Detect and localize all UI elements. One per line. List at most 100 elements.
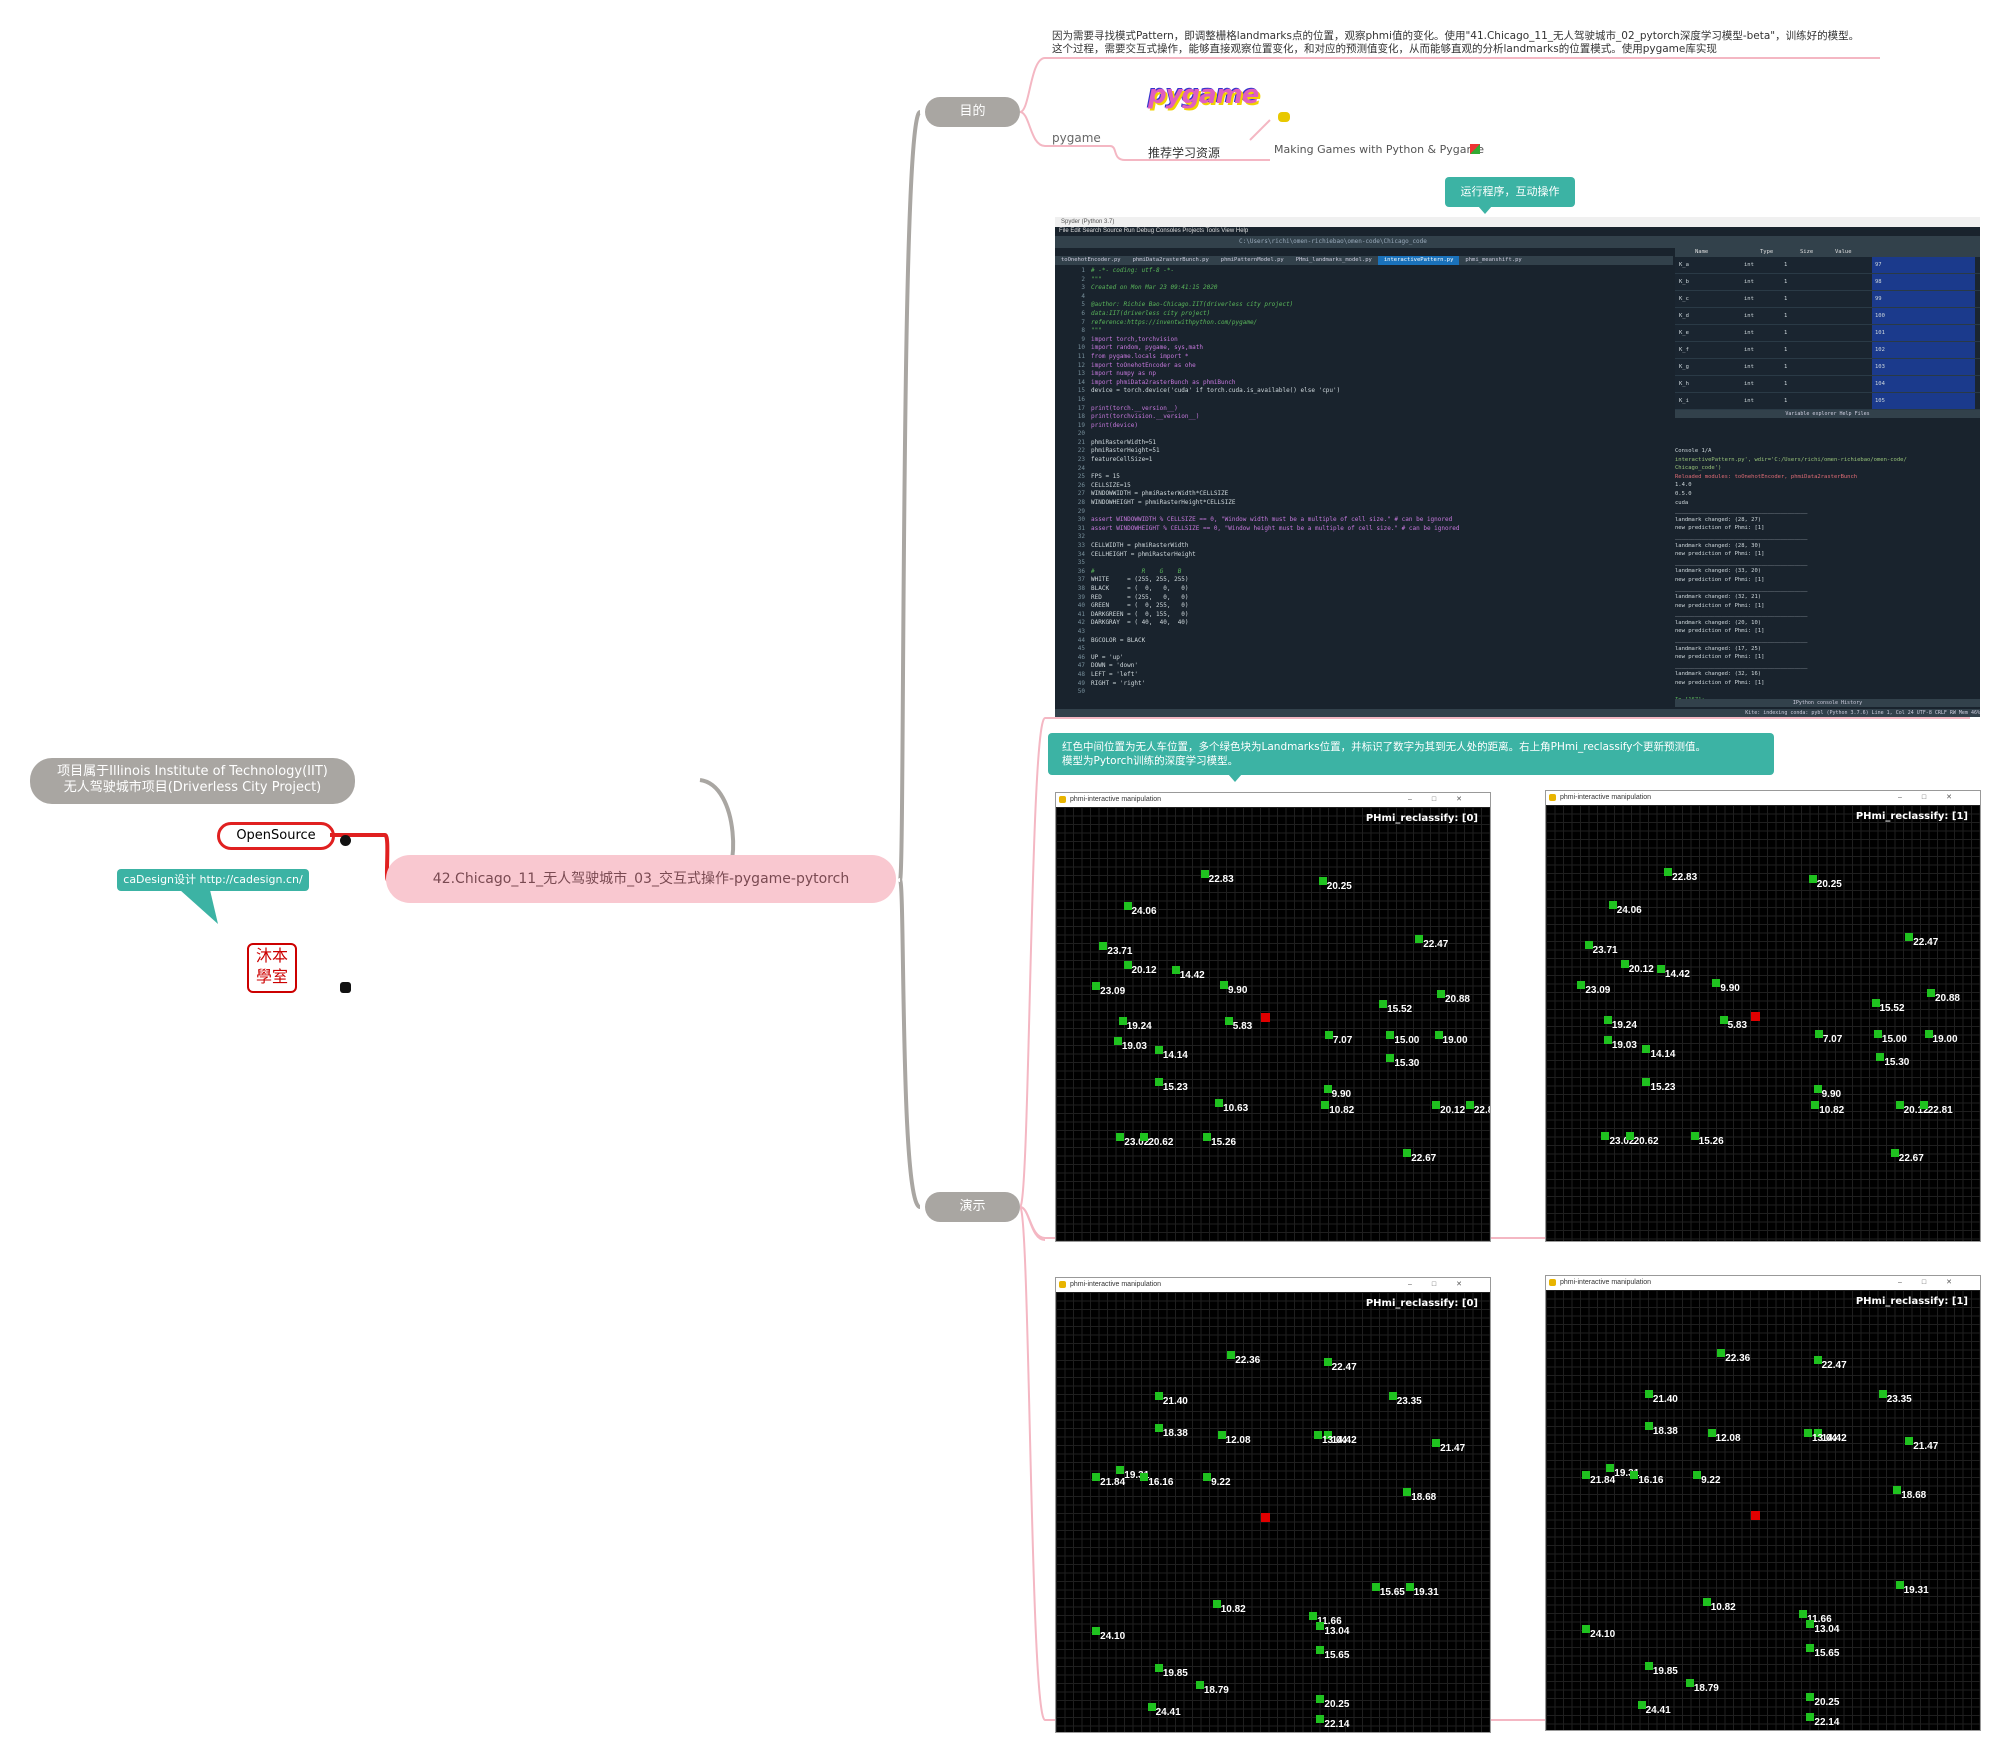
landmark-marker[interactable] bbox=[1806, 1644, 1815, 1653]
landmark-marker[interactable] bbox=[1140, 1132, 1149, 1141]
variable-row[interactable]: K_i int 1 105 bbox=[1675, 393, 1980, 410]
cadesign-link[interactable]: caDesign设计 http://cadesign.cn/ bbox=[123, 873, 302, 886]
landmark-marker[interactable] bbox=[1601, 1132, 1610, 1140]
landmark-marker[interactable] bbox=[1806, 1712, 1815, 1721]
window-controls[interactable]: –□✕ bbox=[1408, 793, 1482, 807]
landmark-marker[interactable] bbox=[1316, 1714, 1325, 1723]
spyder-editor-tab[interactable]: phmi_meanshift.py bbox=[1459, 256, 1527, 265]
landmark-marker[interactable] bbox=[1092, 1472, 1101, 1481]
landmark-marker[interactable] bbox=[1224, 1016, 1233, 1025]
landmark-marker[interactable] bbox=[1123, 961, 1132, 970]
landmark-marker[interactable] bbox=[1219, 980, 1228, 989]
landmark-marker[interactable] bbox=[1871, 998, 1880, 1007]
landmark-marker[interactable] bbox=[1436, 990, 1445, 999]
landmark-marker[interactable] bbox=[1403, 1149, 1412, 1158]
landmark-marker[interactable] bbox=[1154, 1663, 1163, 1672]
landmark-marker[interactable] bbox=[1606, 1463, 1615, 1472]
landmark-marker[interactable] bbox=[1432, 1438, 1441, 1447]
landmark-marker[interactable] bbox=[1415, 934, 1424, 943]
landmark-marker[interactable] bbox=[1895, 1580, 1904, 1589]
window-controls[interactable]: –□✕ bbox=[1898, 791, 1972, 805]
landmark-marker[interactable] bbox=[1630, 1470, 1639, 1479]
landmark-marker[interactable] bbox=[1092, 1626, 1101, 1635]
landmark-marker[interactable] bbox=[1876, 1053, 1885, 1062]
landmark-marker[interactable] bbox=[1200, 869, 1209, 878]
pygame-window[interactable]: phmi-interactive manipulation –□✕ PHmi_rec… bbox=[1545, 790, 1981, 1242]
landmark-marker[interactable] bbox=[1582, 1470, 1591, 1479]
pygame-window-title-bar[interactable]: phmi-interactive manipulation –□✕ bbox=[1056, 793, 1490, 807]
pygame-window[interactable]: phmi-interactive manipulation –□✕ PHmi_rec… bbox=[1055, 1277, 1491, 1733]
window-controls[interactable]: –□✕ bbox=[1408, 1278, 1482, 1292]
variable-column-header[interactable]: Value bbox=[1835, 247, 1852, 257]
variable-row[interactable]: K_a int 1 97 bbox=[1675, 257, 1980, 274]
landmark-marker[interactable] bbox=[1813, 1356, 1822, 1364]
landmark-marker[interactable] bbox=[1309, 1612, 1318, 1621]
landmark-marker[interactable] bbox=[1403, 1487, 1412, 1496]
landmark-marker[interactable] bbox=[1693, 1470, 1702, 1479]
landmark-marker[interactable] bbox=[1644, 1661, 1653, 1670]
landmark-marker[interactable] bbox=[1154, 1392, 1163, 1401]
demo-node[interactable]: 演示 bbox=[925, 1192, 1020, 1222]
landmark-marker[interactable] bbox=[1814, 1030, 1823, 1039]
landmark-marker[interactable] bbox=[1123, 902, 1132, 911]
landmark-marker[interactable] bbox=[1324, 1031, 1333, 1040]
landmark-marker[interactable] bbox=[1154, 1045, 1163, 1054]
landmark-marker[interactable] bbox=[1685, 1678, 1694, 1687]
pygame-canvas[interactable]: PHmi_reclassify: [1] 22.36 22.47 21.40 23.35… bbox=[1546, 1290, 1980, 1730]
landmark-marker[interactable] bbox=[1195, 1680, 1204, 1689]
landmark-marker[interactable] bbox=[1813, 1084, 1822, 1093]
landmark-marker[interactable] bbox=[1873, 1030, 1882, 1039]
landmark-marker[interactable] bbox=[1582, 1624, 1591, 1633]
landmark-marker[interactable] bbox=[1712, 979, 1721, 988]
landmark-marker[interactable] bbox=[1092, 981, 1101, 990]
landmark-marker[interactable] bbox=[1215, 1098, 1224, 1107]
landmark-marker[interactable] bbox=[1719, 1015, 1728, 1024]
landmark-marker[interactable] bbox=[1171, 966, 1180, 975]
landmark-marker[interactable] bbox=[1116, 1132, 1125, 1141]
resource-item-link[interactable]: Making Games with Python & Pygame bbox=[1274, 143, 1484, 156]
landmark-marker[interactable] bbox=[1118, 1016, 1127, 1025]
cadesign-callout[interactable]: caDesign设计 http://cadesign.cn/ bbox=[117, 869, 309, 891]
landmark-marker[interactable] bbox=[1371, 1582, 1380, 1591]
landmark-marker[interactable] bbox=[1405, 1582, 1414, 1591]
landmark-marker[interactable] bbox=[1432, 1101, 1441, 1110]
landmark-marker[interactable] bbox=[1878, 1390, 1887, 1399]
variable-row[interactable]: K_g int 1 103 bbox=[1675, 359, 1980, 376]
variable-row[interactable]: K_e int 1 101 bbox=[1675, 325, 1980, 342]
landmark-marker[interactable] bbox=[1808, 875, 1817, 884]
landmark-marker[interactable] bbox=[1806, 1620, 1815, 1628]
landmark-marker[interactable] bbox=[1116, 1465, 1125, 1474]
landmark-marker[interactable] bbox=[1644, 1422, 1653, 1430]
landmark-marker[interactable] bbox=[1926, 989, 1935, 998]
landmark-marker[interactable] bbox=[1717, 1348, 1726, 1357]
landmark-marker[interactable] bbox=[1584, 940, 1593, 949]
landmark-marker[interactable] bbox=[1811, 1100, 1820, 1109]
landmark-marker[interactable] bbox=[1664, 867, 1673, 876]
landmark-marker[interactable] bbox=[1924, 1030, 1933, 1039]
landmark-marker[interactable] bbox=[1890, 1148, 1899, 1157]
landmark-marker[interactable] bbox=[1316, 1695, 1325, 1704]
landmark-marker[interactable] bbox=[1642, 1077, 1651, 1086]
landmark-marker[interactable] bbox=[1905, 1436, 1914, 1445]
landmark-marker[interactable] bbox=[1434, 1031, 1443, 1040]
spyder-editor-tab[interactable]: phmiPatternModel.py bbox=[1215, 256, 1290, 265]
landmark-marker[interactable] bbox=[1379, 999, 1388, 1008]
landmark-marker[interactable] bbox=[1227, 1350, 1236, 1359]
landmark-marker[interactable] bbox=[1316, 1622, 1325, 1630]
variable-row[interactable]: K_h int 1 104 bbox=[1675, 376, 1980, 393]
landmark-marker[interactable] bbox=[1203, 1132, 1212, 1141]
pygame-canvas[interactable]: PHmi_reclassify: [0] 22.36 22.47 21.40 23.35… bbox=[1056, 1292, 1490, 1732]
landmark-marker[interactable] bbox=[1608, 900, 1617, 909]
landmark-marker[interactable] bbox=[1154, 1424, 1163, 1432]
landmark-marker[interactable] bbox=[1803, 1429, 1812, 1438]
landmark-marker[interactable] bbox=[1603, 1036, 1612, 1045]
spyder-editor-tab[interactable]: interactivePattern.py bbox=[1377, 256, 1460, 265]
landmark-marker[interactable] bbox=[1099, 942, 1108, 951]
landmark-marker[interactable] bbox=[1577, 980, 1586, 989]
pygame-canvas[interactable]: PHmi_reclassify: [1] 22.83 20.25 24.06 22.47… bbox=[1546, 805, 1980, 1241]
variable-column-header[interactable]: Type bbox=[1760, 247, 1773, 257]
variable-row[interactable]: K_b int 1 98 bbox=[1675, 274, 1980, 291]
landmark-marker[interactable] bbox=[1321, 1101, 1330, 1110]
landmark-marker[interactable] bbox=[1642, 1044, 1651, 1053]
landmark-marker[interactable] bbox=[1806, 1693, 1815, 1702]
